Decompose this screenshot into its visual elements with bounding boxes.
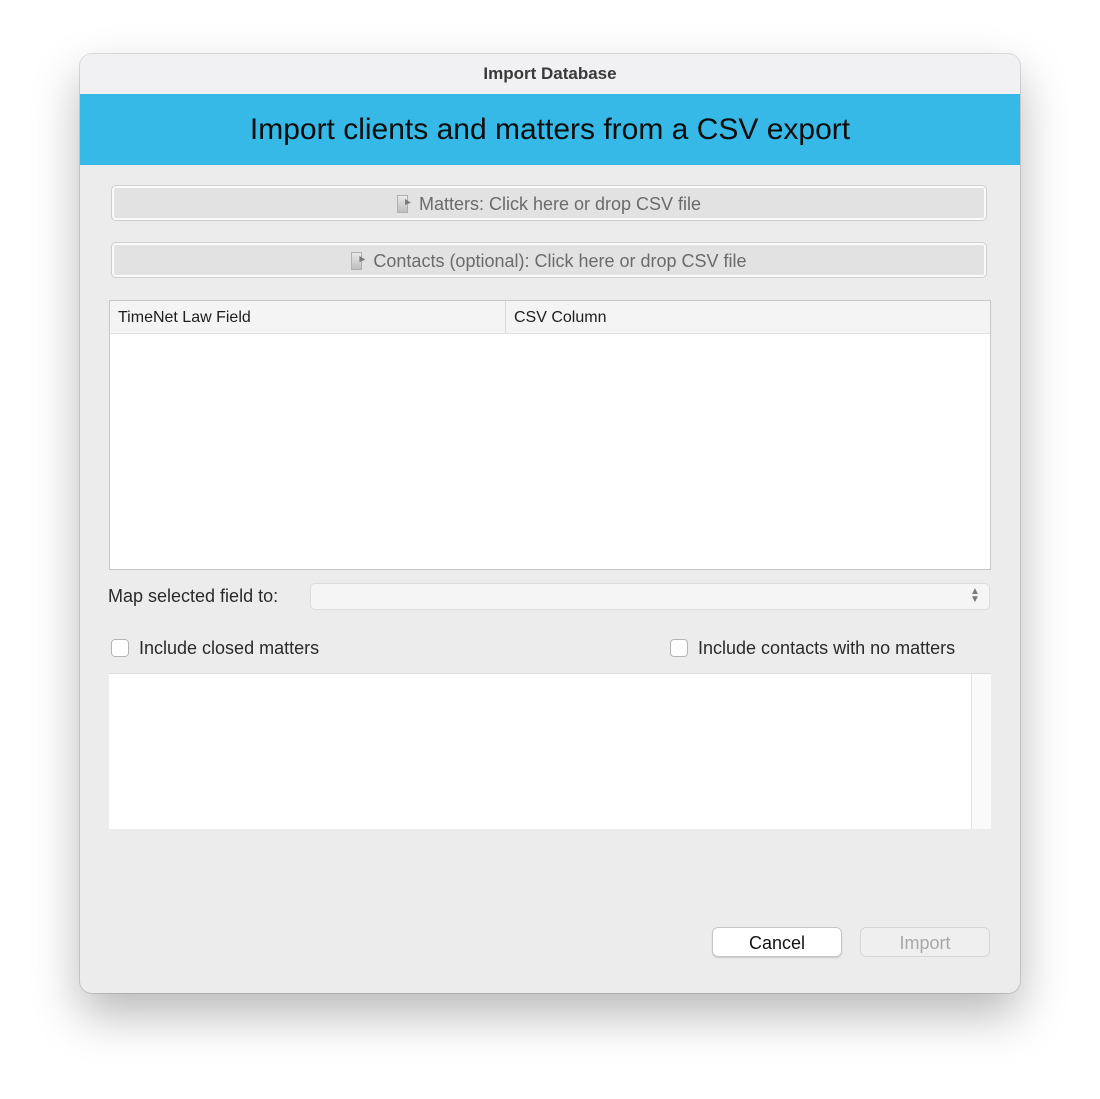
document-icon xyxy=(396,195,411,213)
include-closed-matters-label: Include closed matters xyxy=(139,638,320,658)
import-log-textarea[interactable] xyxy=(109,673,991,829)
document-icon xyxy=(351,252,365,270)
import-database-dialog: Import Database Import clients and matte… xyxy=(80,54,1020,993)
column-header-csv-column[interactable]: CSV Column xyxy=(506,301,990,333)
import-button[interactable]: Import xyxy=(860,927,990,957)
contacts-drop-button[interactable]: Contacts (optional): Click here or drop … xyxy=(111,242,987,278)
log-scrollbar[interactable] xyxy=(971,674,991,829)
window-title: Import Database xyxy=(80,54,1020,94)
banner-heading: Import clients and matters from a CSV ex… xyxy=(80,94,1020,165)
contacts-drop-label: Contacts (optional): Click here or drop … xyxy=(373,251,747,271)
field-mapping-table[interactable]: TimeNet Law Field CSV Column xyxy=(109,300,991,570)
include-contacts-no-matters-label: Include contacts with no matters xyxy=(698,638,956,658)
include-closed-matters-checkbox[interactable] xyxy=(111,639,129,657)
include-closed-matters-option[interactable]: Include closed matters xyxy=(111,636,319,660)
matters-drop-label: Matters: Click here or drop CSV file xyxy=(418,194,702,214)
up-down-chevron-icon: ▲ ▼ xyxy=(970,586,980,605)
column-header-timenet-field[interactable]: TimeNet Law Field xyxy=(110,301,506,333)
include-contacts-no-matters-option[interactable]: Include contacts with no matters xyxy=(670,636,955,660)
include-contacts-no-matters-checkbox[interactable] xyxy=(670,639,688,657)
map-field-select[interactable]: ▲ ▼ xyxy=(310,583,990,610)
matters-drop-button[interactable]: Matters: Click here or drop CSV file xyxy=(111,185,987,221)
cancel-button[interactable]: Cancel xyxy=(712,927,842,957)
map-field-label: Map selected field to: xyxy=(108,586,279,606)
table-header: TimeNet Law Field CSV Column xyxy=(110,301,990,334)
